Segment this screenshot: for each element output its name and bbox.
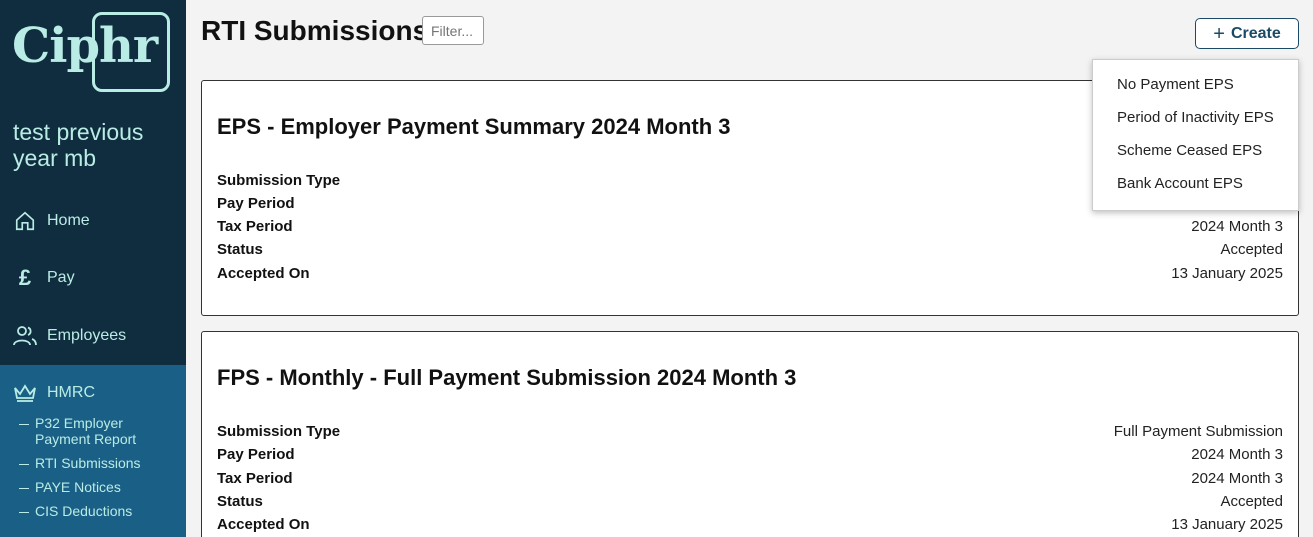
detail-value: Accepted xyxy=(1220,493,1283,510)
company-name: test previous year mb xyxy=(13,119,144,171)
home-icon xyxy=(13,209,37,233)
menu-item-bank-account-eps[interactable]: Bank Account EPS xyxy=(1117,175,1243,192)
nav-pay[interactable]: £ Pay xyxy=(0,258,186,298)
nav-hmrc-label: HMRC xyxy=(47,384,95,401)
sub-item-label: P32 Employer Payment Report xyxy=(35,415,137,447)
create-button-label: Create xyxy=(1230,24,1281,42)
dash-icon xyxy=(19,488,29,489)
detail-key: Submission Type xyxy=(217,423,341,440)
detail-key: Tax Period xyxy=(217,470,293,487)
nav-pay-label: Pay xyxy=(47,269,75,286)
ciphr-logo[interactable]: Ciphr xyxy=(10,12,172,94)
submission-title: EPS - Employer Payment Summary 2024 Mont… xyxy=(217,114,731,139)
nav-employees-label: Employees xyxy=(47,327,127,344)
nav-home[interactable]: Home xyxy=(0,201,186,241)
detail-key: Accepted On xyxy=(217,516,310,533)
detail-row: Status Accepted xyxy=(217,493,1283,515)
dash-icon xyxy=(19,424,29,425)
nav-hmrc[interactable]: HMRC xyxy=(0,373,186,413)
sidebar: Ciphr test previous year mb Home £ Pay E… xyxy=(0,0,186,537)
detail-key: Pay Period xyxy=(217,195,295,212)
detail-key: Status xyxy=(217,493,263,510)
detail-key: Tax Period xyxy=(217,218,293,235)
dash-icon xyxy=(19,512,29,513)
sub-item-paye-notices[interactable]: PAYE Notices xyxy=(19,479,155,495)
sub-item-rti-submissions[interactable]: RTI Submissions xyxy=(19,455,155,471)
detail-value: Accepted xyxy=(1220,241,1283,258)
detail-row: Tax Period 2024 Month 3 xyxy=(217,470,1283,492)
dash-icon xyxy=(19,464,29,465)
detail-row: Status Accepted xyxy=(217,241,1283,263)
detail-row: Accepted On 13 January 2025 xyxy=(217,516,1283,537)
detail-value: Full Payment Submission xyxy=(1113,423,1283,440)
detail-row: Submission Type Full Payment Submission xyxy=(217,423,1283,445)
sub-item-label: RTI Submissions xyxy=(35,455,141,471)
detail-key: Submission Type xyxy=(217,172,341,189)
detail-value: 13 January 2025 xyxy=(1171,265,1283,282)
menu-item-period-of-inactivity-eps[interactable]: Period of Inactivity EPS xyxy=(1117,109,1274,126)
sub-item-cis-deductions[interactable]: CIS Deductions xyxy=(19,503,155,519)
detail-key: Pay Period xyxy=(217,446,295,463)
detail-value: 13 January 2025 xyxy=(1171,516,1283,533)
detail-key: Accepted On xyxy=(217,265,310,282)
submission-title: FPS - Monthly - Full Payment Submission … xyxy=(217,365,797,390)
page-title: RTI Submissions xyxy=(201,15,429,46)
detail-row: Tax Period 2024 Month 3 xyxy=(217,218,1283,240)
people-icon xyxy=(13,324,37,348)
sub-item-label: PAYE Notices xyxy=(35,479,121,495)
detail-value: 2024 Month 3 xyxy=(1191,446,1283,463)
detail-row: Pay Period 2024 Month 3 xyxy=(217,446,1283,468)
crown-icon xyxy=(13,381,37,405)
pound-icon: £ xyxy=(18,265,32,290)
detail-value: 2024 Month 3 xyxy=(1191,470,1283,487)
sub-item-p32[interactable]: P32 Employer Payment Report xyxy=(19,415,155,447)
filter-input[interactable] xyxy=(422,16,484,45)
create-button[interactable]: + Create xyxy=(1195,18,1299,49)
detail-value: 2024 Month 3 xyxy=(1191,218,1283,235)
detail-key: Status xyxy=(217,241,263,258)
menu-item-no-payment-eps[interactable]: No Payment EPS xyxy=(1117,76,1234,93)
create-menu: No Payment EPS Period of Inactivity EPS … xyxy=(1092,59,1299,211)
menu-item-scheme-ceased-eps[interactable]: Scheme Ceased EPS xyxy=(1117,142,1262,159)
logo-text: Ciphr xyxy=(12,18,158,74)
nav-home-label: Home xyxy=(47,212,90,229)
plus-icon: + xyxy=(1213,22,1225,45)
submission-card[interactable]: FPS - Monthly - Full Payment Submission … xyxy=(201,331,1299,537)
nav-employees[interactable]: Employees xyxy=(0,316,186,356)
detail-row: Accepted On 13 January 2025 xyxy=(217,265,1283,287)
sub-item-label: CIS Deductions xyxy=(35,503,133,519)
